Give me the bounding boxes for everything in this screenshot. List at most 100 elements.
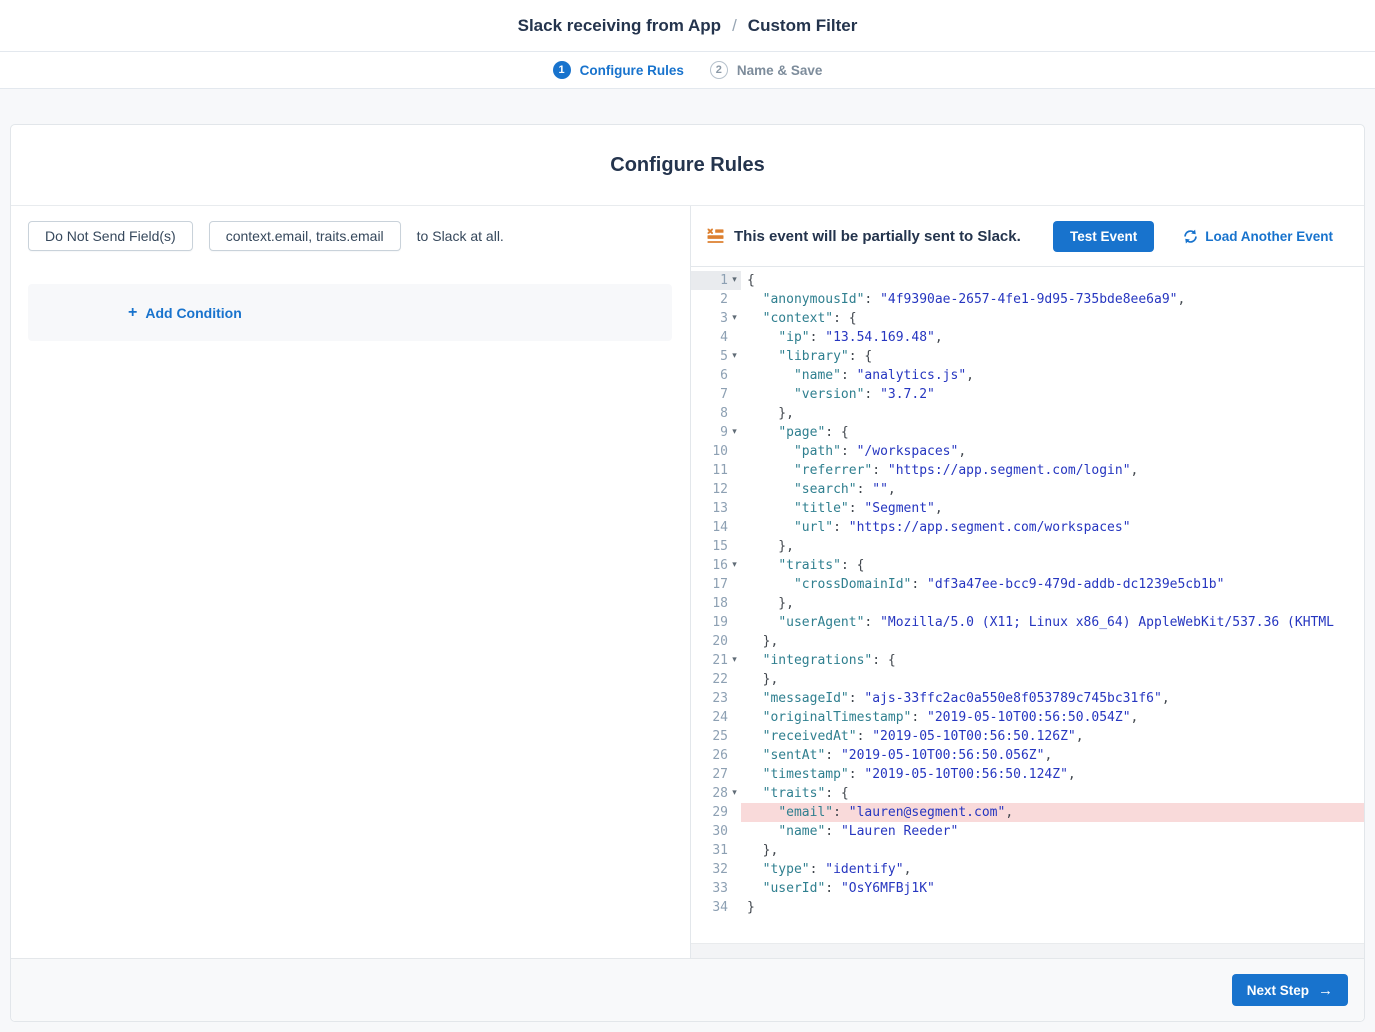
gutter-line-18[interactable]: 18 [691,594,741,613]
gutter-line-32[interactable]: 32 [691,860,741,879]
code-line-13[interactable]: 13 "title": "Segment", [691,499,1364,518]
code-line-18[interactable]: 18 }, [691,594,1364,613]
gutter-line-12[interactable]: 12 [691,480,741,499]
code-line-15[interactable]: 15 }, [691,537,1364,556]
code-line-5[interactable]: 5▾ "library": { [691,347,1364,366]
code-line-28[interactable]: 28▾ "traits": { [691,784,1364,803]
gutter-line-15[interactable]: 15 [691,537,741,556]
load-another-event-label: Load Another Event [1205,229,1333,244]
gutter-line-21[interactable]: 21▾ [691,651,741,670]
code-line-17[interactable]: 17 "crossDomainId": "df3a47ee-bcc9-479d-… [691,575,1364,594]
fold-icon[interactable]: ▾ [728,309,741,328]
code-line-3[interactable]: 3▾ "context": { [691,309,1364,328]
code-line-24[interactable]: 24 "originalTimestamp": "2019-05-10T00:5… [691,708,1364,727]
test-event-button[interactable]: Test Event [1053,221,1154,252]
gutter-line-7[interactable]: 7 [691,385,741,404]
gutter-line-8[interactable]: 8 [691,404,741,423]
gutter-line-19[interactable]: 19 [691,613,741,632]
gutter-line-17[interactable]: 17 [691,575,741,594]
code-line-23[interactable]: 23 "messageId": "ajs-33ffc2ac0a550e8f053… [691,689,1364,708]
load-another-event-button[interactable]: Load Another Event [1183,229,1333,244]
gutter-line-34[interactable]: 34 [691,898,741,917]
code-line-11[interactable]: 11 "referrer": "https://app.segment.com/… [691,461,1364,480]
gutter-line-14[interactable]: 14 [691,518,741,537]
step-name-and-save[interactable]: 2 Name & Save [710,61,823,79]
gutter-line-26[interactable]: 26 [691,746,741,765]
fold-icon[interactable]: ▾ [728,347,741,366]
add-condition-button[interactable]: + Add Condition [128,305,242,321]
step-configure-rules[interactable]: 1 Configure Rules [553,61,684,79]
gutter-line-20[interactable]: 20 [691,632,741,651]
preview-message: This event will be partially sent to Sla… [734,228,1021,245]
code-line-4[interactable]: 4 "ip": "13.54.169.48", [691,328,1364,347]
gutter-line-22[interactable]: 22 [691,670,741,689]
editor-horizontal-scrollbar[interactable] [691,943,1364,958]
code-line-9[interactable]: 9▾ "page": { [691,423,1364,442]
code-line-14[interactable]: 14 "url": "https://app.segment.com/works… [691,518,1364,537]
code-line-2[interactable]: 2 "anonymousId": "4f9390ae-2657-4fe1-9d9… [691,290,1364,309]
gutter-line-6[interactable]: 6 [691,366,741,385]
card-title: Configure Rules [610,154,764,177]
code-line-10[interactable]: 10 "path": "/workspaces", [691,442,1364,461]
code-line-7[interactable]: 7 "version": "3.7.2" [691,385,1364,404]
code-line-34[interactable]: 34} [691,898,1364,917]
preview-header: This event will be partially sent to Sla… [691,206,1364,267]
code-line-12[interactable]: 12 "search": "", [691,480,1364,499]
code-line-27[interactable]: 27 "timestamp": "2019-05-10T00:56:50.124… [691,765,1364,784]
code-line-22[interactable]: 22 }, [691,670,1364,689]
fold-icon[interactable]: ▾ [728,651,741,670]
code-line-29[interactable]: 29 "email": "lauren@segment.com", [691,803,1364,822]
gutter-line-31[interactable]: 31 [691,841,741,860]
gutter-line-10[interactable]: 10 [691,442,741,461]
gutter-line-11[interactable]: 11 [691,461,741,480]
code-line-8[interactable]: 8 }, [691,404,1364,423]
code-line-33[interactable]: 33 "userId": "OsY6MFBj1K" [691,879,1364,898]
gutter-line-1[interactable]: 1▾ [691,271,741,290]
gutter-line-23[interactable]: 23 [691,689,741,708]
code-line-26[interactable]: 26 "sentAt": "2019-05-10T00:56:50.056Z", [691,746,1364,765]
code-line-21[interactable]: 21▾ "integrations": { [691,651,1364,670]
fold-icon[interactable]: ▾ [728,271,741,290]
next-step-label: Next Step [1247,983,1309,998]
gutter-line-29[interactable]: 29 [691,803,741,822]
card-footer: Next Step → [11,958,1364,1021]
gutter-line-9[interactable]: 9▾ [691,423,741,442]
step-2-label: Name & Save [737,63,823,78]
step-1-label: Configure Rules [580,63,684,78]
gutter-line-28[interactable]: 28▾ [691,784,741,803]
gutter-line-3[interactable]: 3▾ [691,309,741,328]
gutter-line-27[interactable]: 27 [691,765,741,784]
gutter-line-5[interactable]: 5▾ [691,347,741,366]
gutter-line-2[interactable]: 2 [691,290,741,309]
configure-rules-card: Configure Rules Do Not Send Field(s) con… [10,124,1365,1022]
code-line-32[interactable]: 32 "type": "identify", [691,860,1364,879]
fold-icon[interactable]: ▾ [728,784,741,803]
code-line-20[interactable]: 20 }, [691,632,1364,651]
rule-fields-input[interactable]: context.email, traits.email [209,221,401,251]
code-line-19[interactable]: 19 "userAgent": "Mozilla/5.0 (X11; Linux… [691,613,1364,632]
breadcrumb-filter-name: Custom Filter [748,16,858,36]
step-1-circle: 1 [553,61,571,79]
gutter-line-4[interactable]: 4 [691,328,741,347]
next-step-button[interactable]: Next Step → [1232,974,1348,1006]
code-line-31[interactable]: 31 }, [691,841,1364,860]
event-preview-panel: This event will be partially sent to Sla… [691,206,1364,958]
gutter-line-25[interactable]: 25 [691,727,741,746]
code-line-30[interactable]: 30 "name": "Lauren Reeder" [691,822,1364,841]
gutter-line-30[interactable]: 30 [691,822,741,841]
code-line-1[interactable]: 1▾{ [691,271,1364,290]
rule-action-dropdown[interactable]: Do Not Send Field(s) [28,221,193,251]
code-line-16[interactable]: 16▾ "traits": { [691,556,1364,575]
fold-icon[interactable]: ▾ [728,556,741,575]
code-line-25[interactable]: 25 "receivedAt": "2019-05-10T00:56:50.12… [691,727,1364,746]
gutter-line-13[interactable]: 13 [691,499,741,518]
gutter-line-33[interactable]: 33 [691,879,741,898]
arrow-right-icon: → [1318,983,1333,998]
code-editor[interactable]: 1▾{2 "anonymousId": "4f9390ae-2657-4fe1-… [691,267,1364,958]
gutter-line-24[interactable]: 24 [691,708,741,727]
fold-icon[interactable]: ▾ [728,423,741,442]
gutter-line-16[interactable]: 16▾ [691,556,741,575]
refresh-icon [1183,229,1198,244]
code-line-6[interactable]: 6 "name": "analytics.js", [691,366,1364,385]
add-condition-label: Add Condition [145,305,241,321]
